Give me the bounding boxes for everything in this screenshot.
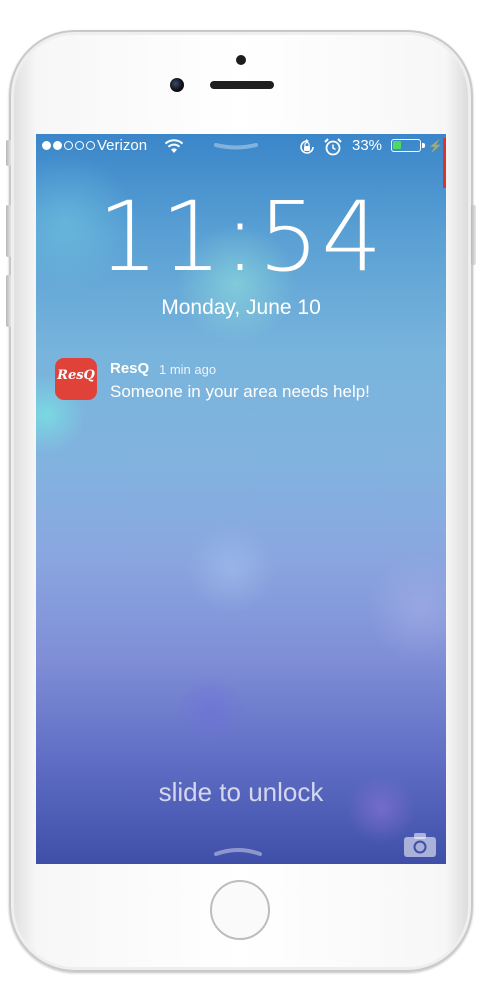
alarm-icon: [324, 138, 342, 156]
charging-bolt-icon: ⚡: [428, 139, 443, 153]
earpiece-speaker: [210, 81, 274, 89]
battery-fill: [393, 141, 401, 149]
power-button: [471, 205, 476, 265]
battery-icon: [391, 139, 425, 152]
carrier-name: Verizon: [97, 137, 148, 154]
notification-edge-marker: [443, 138, 446, 188]
home-button[interactable]: [210, 880, 270, 940]
proximity-sensor: [236, 55, 246, 65]
mute-switch: [6, 140, 11, 166]
lock-screen[interactable]: Verizon 33% ⚡ 11:54 Monday, June 10 ResQ…: [36, 134, 446, 864]
slide-to-unlock[interactable]: slide to unlock: [36, 777, 446, 808]
resq-app-icon[interactable]: ResQ: [55, 358, 97, 400]
camera-icon[interactable]: [403, 832, 437, 858]
battery-percentage: 33%: [352, 137, 383, 154]
notification-message[interactable]: Someone in your area needs help!: [110, 382, 370, 402]
notification-time: 1 min ago: [159, 362, 217, 377]
front-camera: [170, 78, 184, 92]
notification-center-grabber[interactable]: [214, 142, 258, 150]
signal-strength-icon: [42, 141, 95, 150]
volume-up-button: [6, 205, 11, 257]
resq-logo: ResQ: [57, 368, 95, 383]
volume-down-button: [6, 275, 11, 327]
rotation-lock-icon: [300, 139, 314, 154]
lock-screen-time: 11:54: [97, 181, 385, 293]
control-center-grabber[interactable]: [214, 846, 262, 856]
wifi-icon: [164, 139, 184, 153]
notification-app-name[interactable]: ResQ: [110, 360, 149, 377]
lock-screen-date: Monday, June 10: [161, 296, 321, 319]
